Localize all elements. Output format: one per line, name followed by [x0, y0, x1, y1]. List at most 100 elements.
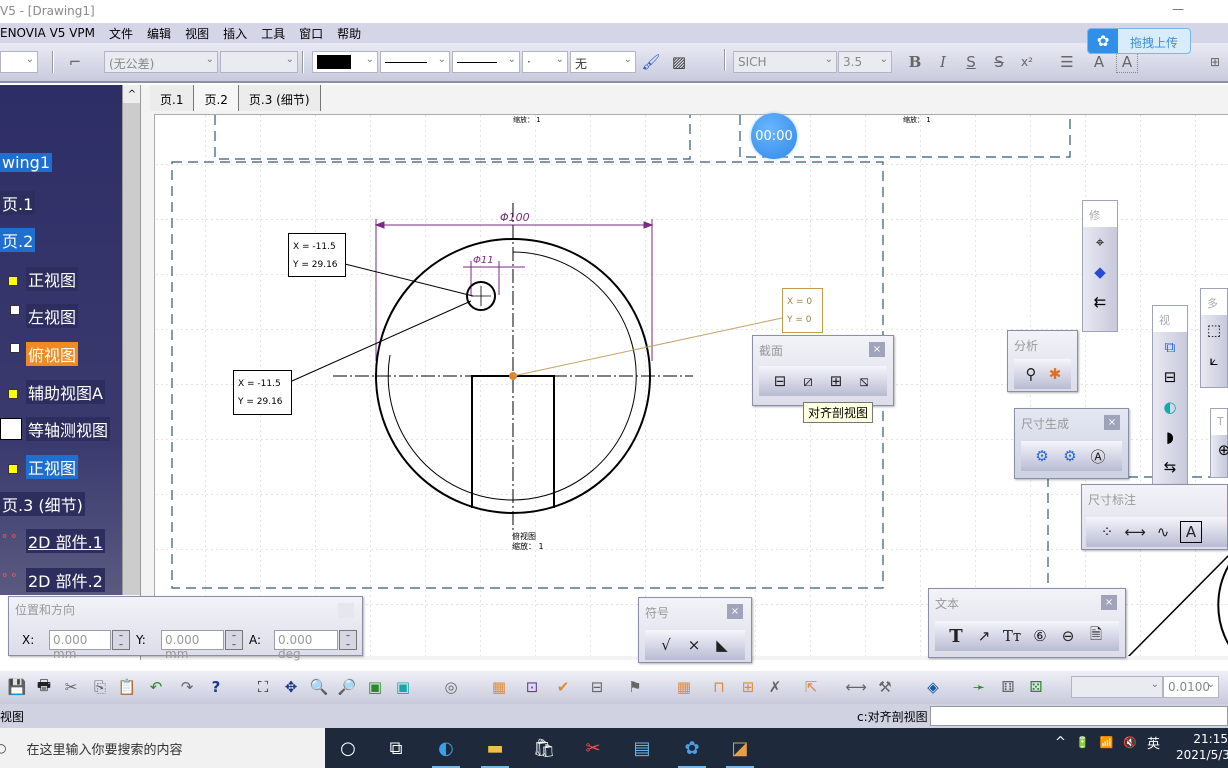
- style-combo[interactable]: ⌄: [1071, 676, 1163, 698]
- dim-text-phi100[interactable]: Φ100: [500, 211, 530, 224]
- superscript-button[interactable]: x²: [1016, 51, 1038, 73]
- angle-spinner[interactable]: – –: [339, 630, 357, 650]
- tree-item-sheet-1[interactable]: 页.1: [0, 191, 36, 215]
- text-frame-dotted-icon[interactable]: A: [1116, 51, 1138, 73]
- weld-icon[interactable]: ◣: [711, 634, 733, 656]
- line-type-combo[interactable]: ⌄: [452, 51, 520, 73]
- copy-icon[interactable]: ⎘: [89, 676, 111, 698]
- close-icon[interactable]: ×: [727, 604, 743, 619]
- fill-combo[interactable]: 无 ⌄: [570, 51, 636, 73]
- dimension-analysis-icon[interactable]: ✗: [764, 676, 786, 698]
- font-name-combo[interactable]: SICH ⌄: [733, 51, 837, 73]
- tab-sheet-1[interactable]: 页.1: [150, 85, 195, 111]
- dimension-edit-icon[interactable]: ⟷: [1124, 521, 1146, 543]
- align-left-icon[interactable]: ☰: [1056, 51, 1078, 73]
- transform-arrows-icon[interactable]: ⇇: [1087, 287, 1113, 317]
- analysis-display-icon[interactable]: ⚲: [1020, 363, 1042, 385]
- offset-section-view-icon[interactable]: ⊟: [769, 370, 791, 392]
- generate-dimensions-icon[interactable]: ⚙: [1031, 445, 1053, 467]
- layer-combo[interactable]: ⌄: [0, 51, 38, 73]
- snipping-tool-icon[interactable]: ✂: [573, 728, 613, 768]
- clipping-view-icon[interactable]: ◗: [1157, 422, 1183, 452]
- zoom-in-icon[interactable]: 🔍: [308, 676, 330, 698]
- menu-file[interactable]: 文件: [102, 25, 140, 42]
- edge-icon[interactable]: ◐: [426, 728, 466, 768]
- tab-sheet-2[interactable]: 页.2: [194, 85, 239, 111]
- tree-item-isometric-view[interactable]: 等轴测视图: [0, 417, 111, 441]
- generate-balloons-icon[interactable]: Ⓐ: [1087, 445, 1109, 467]
- text-icon[interactable]: T: [945, 625, 967, 647]
- hatching-icon[interactable]: ▨: [668, 51, 690, 73]
- cortana-icon[interactable]: ○: [328, 728, 368, 768]
- aligned-section-view-icon[interactable]: ⧄: [797, 370, 819, 392]
- y-spinner[interactable]: – –: [225, 630, 243, 650]
- zoom-out-icon[interactable]: 🔎: [336, 676, 358, 698]
- detail-view-icon[interactable]: ◐: [1157, 392, 1183, 422]
- axis-icon[interactable]: ⟀: [1201, 345, 1227, 375]
- measure-between-icon[interactable]: ⟷: [845, 676, 867, 698]
- sketch-grid-icon[interactable]: ▦: [673, 676, 695, 698]
- tree-item-sheet-3-detail[interactable]: 页.3 (细节): [0, 492, 85, 516]
- text-template-icon[interactable]: 🗎: [1085, 625, 1107, 647]
- store-icon[interactable]: 🛍: [524, 728, 564, 768]
- refresh-icon[interactable]: ◎: [440, 676, 462, 698]
- text-replicate-icon[interactable]: Tт: [1001, 625, 1023, 647]
- undo-icon[interactable]: ↶: [145, 676, 167, 698]
- dimension-system-icon[interactable]: ⊟: [586, 676, 608, 698]
- x-position-field[interactable]: 0.000 mm: [49, 630, 111, 661]
- tree-item-left-view[interactable]: 左视图: [0, 304, 79, 328]
- catia-app-icon[interactable]: ▤: [622, 728, 662, 768]
- break-view-icon[interactable]: ⇆: [1157, 452, 1183, 482]
- menu-tools[interactable]: 工具: [254, 25, 292, 42]
- coordinate-box-origin[interactable]: X = 0 Y = 0: [782, 288, 823, 333]
- mark-icon[interactable]: ➛: [968, 676, 990, 698]
- redo-icon[interactable]: ↷: [176, 676, 198, 698]
- tolerance-value-combo[interactable]: ⌄: [220, 51, 298, 73]
- media-app-icon[interactable]: ◪: [720, 728, 760, 768]
- taskbar-search[interactable]: ○ 在这里输入你要搜索的内容: [0, 728, 325, 768]
- strikethrough-button[interactable]: S: [988, 51, 1010, 73]
- close-icon[interactable]: ×: [869, 342, 885, 357]
- dimensions-icon[interactable]: ⁘: [1096, 521, 1118, 543]
- file-explorer-icon[interactable]: ▬: [475, 728, 515, 768]
- aligned-section-cut-icon[interactable]: ⧅: [853, 370, 875, 392]
- create-detected-constraints-icon[interactable]: ⊓: [708, 676, 730, 698]
- tolerancing-icon[interactable]: ∿: [1152, 521, 1174, 543]
- grid-icon[interactable]: ▦: [488, 676, 510, 698]
- menu-help[interactable]: 帮助: [330, 25, 368, 42]
- menu-edit[interactable]: 编辑: [140, 25, 178, 42]
- normal-view-icon[interactable]: ▣: [364, 676, 386, 698]
- tree-item-sheet-2[interactable]: 页.2: [0, 228, 36, 252]
- battery-icon[interactable]: 🔋: [1076, 736, 1090, 749]
- text-with-leader-icon[interactable]: ↗: [973, 625, 995, 647]
- tolerance-combo[interactable]: (无公差) ⌄: [104, 51, 218, 73]
- tree-item-2d-component-2[interactable]: ⚬⚬ 2D 部件.2: [0, 568, 105, 592]
- datum-feature-icon[interactable]: A: [1180, 521, 1202, 543]
- y-position-field[interactable]: 0.000 mm: [161, 630, 224, 661]
- target-icon[interactable]: ⊕: [1211, 435, 1228, 465]
- color-combo[interactable]: ⌄: [312, 51, 378, 73]
- layout-arrange-icon[interactable]: ⊞: [1204, 51, 1226, 73]
- coordinate-box-hole-2[interactable]: X = -11.5 Y = 29.16: [233, 370, 292, 415]
- layer-icon[interactable]: ◈: [922, 676, 944, 698]
- menu-enovia[interactable]: ENOVIA V5 VPM: [0, 26, 102, 40]
- tray-expand-icon[interactable]: ^: [1055, 735, 1066, 750]
- datum-target-icon[interactable]: ⊖: [1057, 625, 1079, 647]
- task-view-icon[interactable]: ⧉: [376, 728, 416, 768]
- tree-item-auxiliary-view[interactable]: 辅助视图A: [0, 380, 105, 404]
- fit-all-icon[interactable]: ⛶: [252, 676, 274, 698]
- cloud-app-icon[interactable]: ✿: [672, 728, 712, 768]
- close-icon[interactable]: [338, 603, 354, 618]
- underline-button[interactable]: S: [960, 51, 982, 73]
- crosshair-icon[interactable]: ⌖: [1087, 227, 1113, 257]
- x-spinner[interactable]: – –: [112, 630, 130, 650]
- dim-text-phi11[interactable]: Φ11: [473, 255, 494, 266]
- catalog-icon[interactable]: ⚅: [997, 676, 1019, 698]
- fill-area-icon[interactable]: ◆: [1087, 257, 1113, 287]
- analysis-check-icon[interactable]: ✱: [1044, 363, 1066, 385]
- hide-show-icon[interactable]: ▣: [392, 676, 414, 698]
- tree-item-front-view[interactable]: 正视图: [0, 267, 79, 291]
- tree-scrollbar[interactable]: ^: [122, 85, 141, 595]
- clock[interactable]: 21:15 2021/5/3: [1176, 731, 1228, 763]
- tolerance-value-combo-bottom[interactable]: 0.0100 ⌄: [1163, 676, 1219, 698]
